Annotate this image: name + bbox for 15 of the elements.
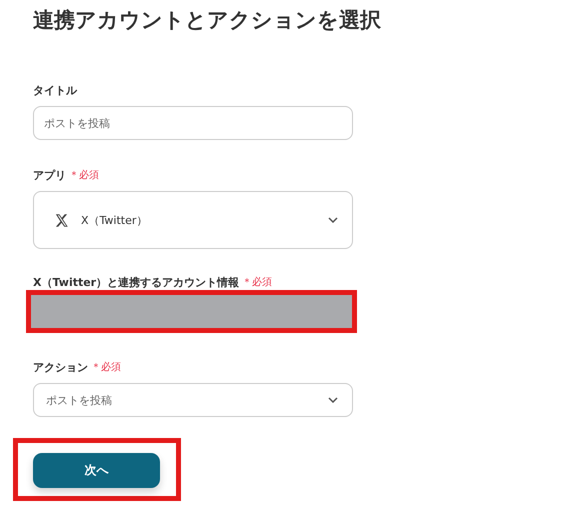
field-label: タイトル: [33, 82, 77, 98]
action-select[interactable]: ポストを投稿: [33, 383, 353, 417]
field-label: アプリ: [33, 168, 66, 182]
page-heading: 連携アカウントとアクションを選択: [33, 7, 382, 34]
field-label: X（Twitter）と連携するアカウント情報: [33, 274, 240, 290]
title-field[interactable]: ポストを投稿: [33, 106, 353, 140]
required-mark: ＊必須: [242, 276, 272, 289]
app-select[interactable]: X（Twitter）: [33, 191, 353, 249]
x-logo-icon: [54, 212, 69, 228]
required-mark: ＊必須: [69, 168, 99, 182]
chevron-down-icon: [328, 397, 338, 403]
required-mark: ＊必須: [91, 360, 121, 374]
next-button[interactable]: 次へ: [33, 453, 160, 488]
field-label: アクション: [33, 360, 88, 374]
chevron-down-icon: [328, 217, 338, 223]
